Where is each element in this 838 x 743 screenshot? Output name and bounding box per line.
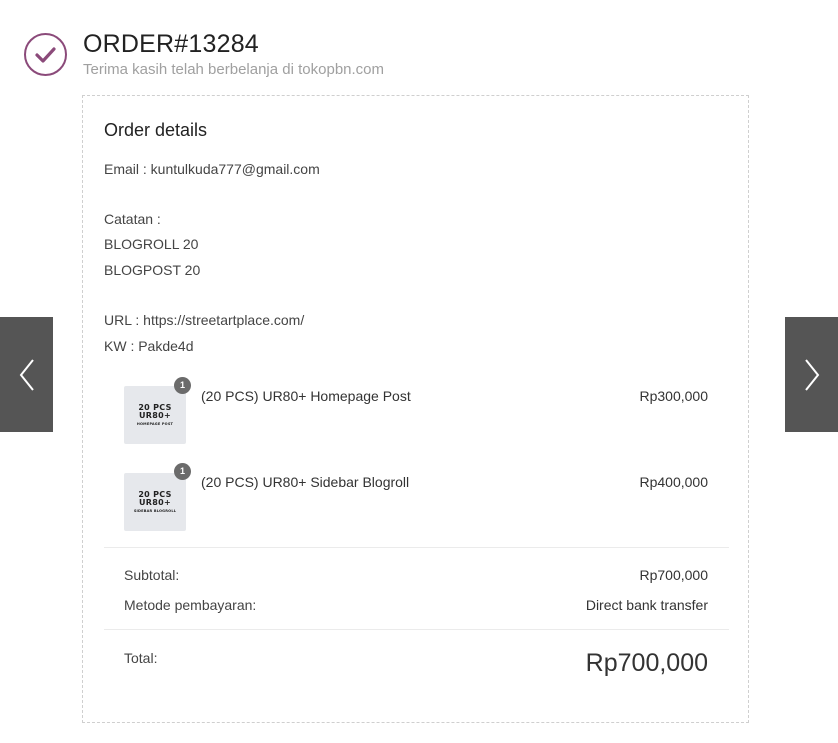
item-name[interactable]: (20 PCS) UR80+ Sidebar Blogroll: [201, 473, 409, 491]
total-label: Total:: [124, 650, 158, 666]
kw-line: KW : Pakde4d: [104, 338, 194, 354]
quantity-badge: 1: [174, 377, 191, 394]
thumb-text-line2: UR80+: [139, 410, 171, 420]
quantity-badge: 1: [174, 463, 191, 480]
url-line: URL : https://streetartplace.com/: [104, 312, 305, 328]
total-value: Rp700,000: [585, 649, 708, 677]
item-thumbnail[interactable]: 20 PCS UR80+ SIDEBAR BLOGROLL: [124, 473, 186, 531]
thumb-text-line3: SIDEBAR BLOGROLL: [133, 508, 177, 513]
payment-method-value: Direct bank transfer: [585, 597, 708, 613]
total-divider: [104, 629, 729, 630]
email-line: Email : kuntulkuda777@gmail.com: [104, 161, 320, 177]
check-circle-icon: [23, 32, 68, 77]
subtotal-value: Rp700,000: [639, 567, 708, 583]
order-subtitle: Terima kasih telah berbelanja di tokopbn…: [83, 61, 385, 78]
payment-method-label: Metode pembayaran:: [124, 597, 257, 613]
note-blogpost: BLOGPOST 20: [104, 262, 201, 278]
previous-button[interactable]: [0, 317, 53, 432]
notes-label: Catatan :: [104, 211, 161, 227]
next-button[interactable]: [785, 317, 838, 432]
thumb-text-line2: UR80+: [139, 497, 171, 507]
order-details-card: Order details Email : kuntulkuda777@gmai…: [82, 95, 749, 723]
item-name[interactable]: (20 PCS) UR80+ Homepage Post: [201, 387, 411, 405]
chevron-right-icon: [804, 358, 819, 391]
summary-divider: [104, 547, 729, 548]
order-confirmation-page: ORDER#13284 Terima kasih telah berbelanj…: [0, 0, 838, 743]
order-details-heading: Order details: [104, 120, 208, 140]
chevron-left-icon: [19, 358, 34, 391]
item-price: Rp300,000: [639, 388, 708, 404]
order-title: ORDER#13284: [83, 30, 259, 58]
item-price: Rp400,000: [639, 474, 708, 490]
note-blogroll: BLOGROLL 20: [104, 236, 199, 252]
item-thumbnail[interactable]: 20 PCS UR80+ HOMEPAGE POST: [124, 386, 186, 444]
subtotal-label: Subtotal:: [124, 567, 180, 583]
thumb-text-line3: HOMEPAGE POST: [136, 421, 174, 426]
